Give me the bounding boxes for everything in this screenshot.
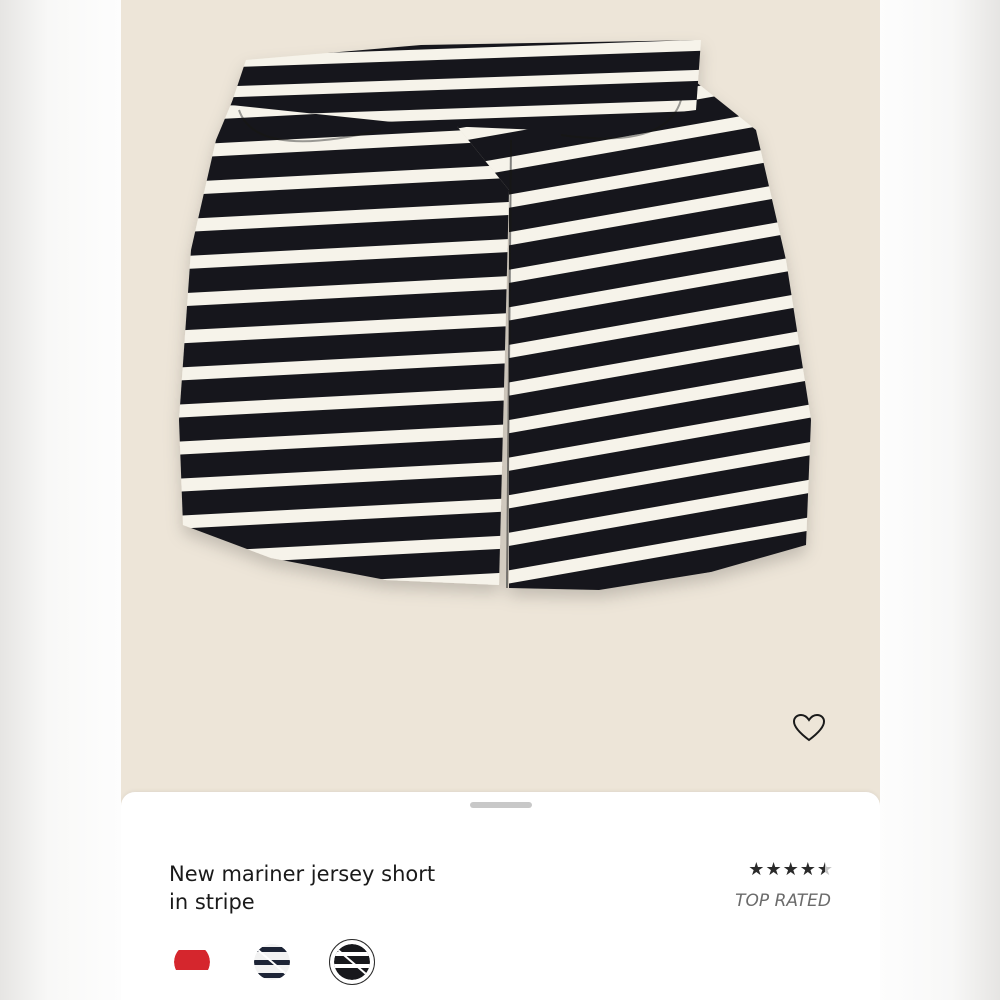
swatch-red-stripe[interactable] xyxy=(169,939,215,985)
star-icon: ★ xyxy=(799,859,816,880)
app-screen: New mariner jersey short in stripe ★ ★ ★… xyxy=(121,0,880,1000)
red-stripe-swatch-icon xyxy=(174,944,210,980)
left-backdrop xyxy=(0,0,121,1000)
star-rating[interactable]: ★ ★ ★ ★ ★ xyxy=(733,860,833,880)
right-backdrop xyxy=(879,0,1000,1000)
navy-white-stripe-swatch-icon xyxy=(254,944,290,980)
product-info-sheet: New mariner jersey short in stripe ★ ★ ★… xyxy=(121,792,880,1000)
product-image[interactable] xyxy=(121,0,880,810)
black-white-stripe-swatch-icon xyxy=(334,944,370,980)
top-rated-badge: TOP RATED xyxy=(735,891,831,911)
swatch-black-white-stripe[interactable] xyxy=(329,939,375,985)
star-icon: ★ xyxy=(748,859,765,880)
half-star-icon: ★ xyxy=(816,859,833,880)
star-icon: ★ xyxy=(782,859,799,880)
color-swatches xyxy=(169,939,409,985)
heart-outline-icon xyxy=(793,714,825,742)
product-title-line1: New mariner jersey short xyxy=(169,862,436,886)
striped-shorts-image xyxy=(179,40,811,590)
product-title: New mariner jersey short in stripe xyxy=(169,860,489,916)
wishlist-heart-icon[interactable] xyxy=(791,710,827,746)
star-icon: ★ xyxy=(765,859,782,880)
sheet-drag-handle[interactable] xyxy=(470,802,532,808)
swatch-navy-white-stripe[interactable] xyxy=(249,939,295,985)
product-title-line2: in stripe xyxy=(169,890,255,914)
